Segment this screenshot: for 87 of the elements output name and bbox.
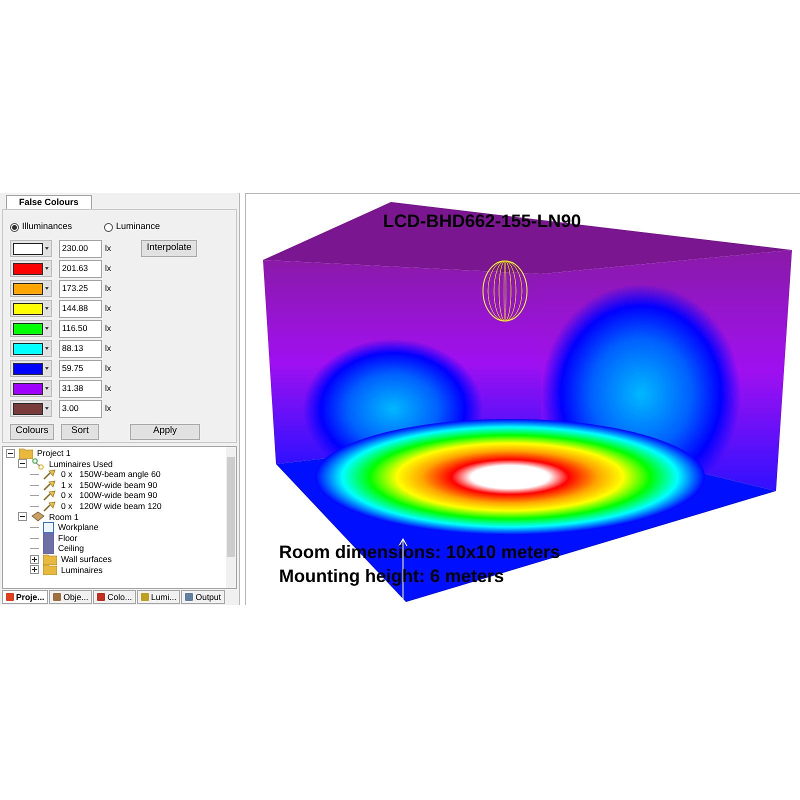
dropdown-arrow-icon: [45, 267, 49, 270]
colour-picker[interactable]: [10, 320, 52, 338]
square-icon: [43, 522, 54, 533]
unit-label: lx: [105, 322, 112, 336]
tree-item[interactable]: Luminaires: [61, 566, 103, 574]
tree-item[interactable]: Workplane: [58, 523, 98, 532]
collapse-toggle[interactable]: [18, 512, 27, 522]
bottom-tab[interactable]: Output: [181, 590, 226, 604]
value-field[interactable]: 31.38: [59, 380, 102, 398]
bottom-tab[interactable]: Proje...: [2, 590, 48, 604]
lamp-icon: [43, 468, 57, 480]
radio-button[interactable]: [104, 222, 113, 232]
unit-label: lx: [105, 262, 112, 276]
unit-label: lx: [105, 302, 112, 316]
sort-button[interactable]: Sort: [61, 424, 99, 440]
tree-item[interactable]: Project 1: [37, 449, 71, 458]
value-field[interactable]: 173.25: [59, 280, 102, 298]
dropdown-arrow-icon: [45, 407, 49, 410]
panel-tab[interactable]: False Colours: [6, 195, 92, 209]
unit-label: lx: [105, 342, 112, 356]
tab-icon: [185, 593, 194, 601]
tree-item[interactable]: 0 x 100W-wide beam 90: [61, 491, 158, 500]
colour-picker[interactable]: [10, 260, 52, 278]
bottom-tab[interactable]: Obje...: [49, 590, 92, 604]
tree-item[interactable]: 0 x 120W wide beam 120: [61, 502, 162, 511]
value-field[interactable]: 230.00: [59, 240, 102, 258]
value-field[interactable]: 3.00: [59, 400, 102, 418]
lamp-icon: [43, 500, 57, 512]
scrollbar[interactable]: [226, 447, 236, 588]
lamp-icon: [43, 480, 57, 491]
unit-label: lx: [105, 382, 112, 396]
lamp-icon: [43, 490, 57, 502]
tree-item[interactable]: 1 x 150W-wide beam 90: [61, 480, 158, 490]
colour-picker[interactable]: [10, 300, 52, 318]
dropdown-arrow-icon: [45, 387, 49, 390]
unit-label: lx: [105, 282, 112, 296]
expand-toggle[interactable]: [30, 554, 39, 564]
plus-icon: [31, 556, 38, 563]
unit-label: lx: [105, 402, 112, 416]
dropdown-arrow-icon: [45, 327, 49, 330]
render-title: LCD-BHD662-155-LN90: [383, 210, 582, 233]
tab-icon: [140, 593, 149, 601]
radio-label: Luminance: [116, 220, 160, 234]
tab-icon: [97, 593, 106, 601]
colour-picker[interactable]: [10, 380, 52, 398]
dropdown-arrow-icon: [45, 287, 49, 290]
nodes-icon: [31, 458, 45, 470]
folder-icon: [43, 564, 57, 576]
bottom-tab[interactable]: Colo...: [93, 590, 136, 604]
tab-icon: [53, 593, 62, 601]
tree-item[interactable]: Wall surfaces: [61, 554, 112, 564]
colours-button[interactable]: Colours: [10, 424, 54, 440]
colour-picker[interactable]: [10, 280, 52, 298]
value-field[interactable]: 144.88: [59, 300, 102, 318]
tree-item[interactable]: 0 x 150W-beam angle 60: [61, 470, 161, 479]
unit-label: lx: [105, 242, 112, 256]
dropdown-arrow-icon: [45, 307, 49, 310]
collapse-toggle[interactable]: [6, 448, 15, 458]
radio-label: Illuminances: [22, 220, 72, 234]
apply-button[interactable]: Apply: [130, 424, 200, 440]
dropdown-arrow-icon: [45, 367, 49, 370]
colour-picker[interactable]: [10, 240, 52, 258]
dropdown-arrow-icon: [45, 247, 49, 250]
tree-item[interactable]: Ceiling: [58, 544, 84, 553]
collapse-toggle[interactable]: [18, 459, 27, 468]
folder-icon: [43, 554, 57, 565]
value-field[interactable]: 116.50: [59, 320, 102, 338]
colour-picker[interactable]: [10, 340, 52, 358]
value-field[interactable]: 201.63: [59, 260, 102, 278]
square-icon: [43, 543, 54, 554]
bottom-tab[interactable]: Lumi...: [136, 590, 180, 604]
value-field[interactable]: 59.75: [59, 360, 102, 378]
expand-toggle[interactable]: [30, 565, 39, 574]
square-icon: [43, 532, 54, 544]
folder-icon: [19, 448, 33, 459]
interpolate-button[interactable]: Interpolate: [141, 240, 198, 257]
tree-item[interactable]: Room 1: [49, 512, 79, 522]
colour-picker[interactable]: [10, 360, 52, 378]
dropdown-arrow-icon: [45, 347, 49, 350]
radio-button[interactable]: [10, 222, 19, 232]
unit-label: lx: [105, 362, 112, 376]
colour-picker[interactable]: [10, 400, 52, 418]
tree-item[interactable]: Floor: [58, 534, 78, 542]
tab-icon: [6, 593, 14, 601]
plus-icon: [31, 566, 38, 574]
value-field[interactable]: 88.13: [59, 340, 102, 358]
tree-item[interactable]: Luminaires Used: [49, 460, 113, 468]
